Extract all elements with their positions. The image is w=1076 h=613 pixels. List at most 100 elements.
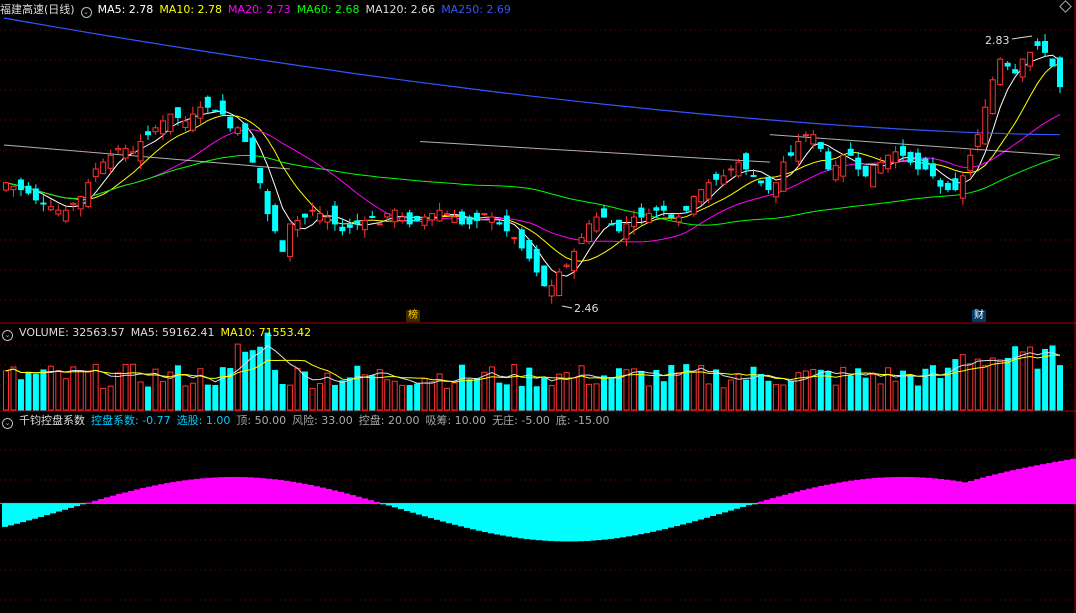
- candle-body: [1042, 41, 1049, 53]
- indicator-bar: [986, 475, 992, 504]
- high-arrow: [1011, 35, 1033, 40]
- volume-bar: [1042, 348, 1049, 411]
- indicator-bar: [686, 503, 692, 523]
- volume-bar: [586, 383, 593, 411]
- volume-bar: [159, 381, 166, 411]
- collapse-icon[interactable]: ⌄: [80, 7, 92, 18]
- indicator-bar: [20, 503, 26, 523]
- volume-bar: [399, 384, 406, 411]
- volume-bar: [122, 363, 129, 411]
- ma10-line: [5, 63, 1061, 262]
- indicator-bar: [68, 503, 74, 508]
- candle-body: [556, 271, 563, 297]
- indicator-bar: [446, 503, 452, 524]
- volume-bar: [354, 365, 361, 411]
- candle-body: [705, 182, 712, 200]
- indicator-bar: [1004, 471, 1010, 504]
- indicator-bar: [524, 503, 530, 540]
- indicator-header: ⌄ 千钧控盘系数 控盘系数: -0.77 选股: 1.00 顶: 50.00 风险: 33…: [0, 413, 622, 429]
- volume-bar: [900, 370, 907, 411]
- candle-body: [324, 216, 331, 223]
- indicator-bar: [740, 503, 746, 507]
- volume-bar: [219, 367, 226, 411]
- candle-body: [212, 109, 219, 112]
- indicator-bar: [254, 477, 260, 504]
- volume-bar: [324, 372, 331, 411]
- volume-bar: [638, 370, 645, 411]
- indicator-bar: [410, 503, 416, 513]
- indicator-bar: [752, 503, 758, 505]
- candle-body: [473, 212, 480, 221]
- stock-chart-canvas[interactable]: 2.83 2.46: [0, 0, 1076, 613]
- volume-bar: [548, 385, 555, 411]
- candle-body: [354, 220, 361, 225]
- indicator-bar: [818, 486, 824, 504]
- price-header-item-3: MA60: 2.68: [296, 3, 360, 16]
- volume-bar: [10, 366, 17, 411]
- indicator-bar: [464, 503, 470, 528]
- candle-body: [100, 161, 107, 175]
- indicator-bar: [1040, 464, 1046, 504]
- candle-body: [167, 113, 174, 133]
- candle-body: [62, 209, 69, 222]
- ma120-line: [419, 141, 771, 163]
- volume-bar: [130, 363, 137, 411]
- indicator-bar: [44, 503, 50, 516]
- candle-body: [825, 151, 832, 170]
- candle-body: [399, 216, 406, 221]
- volume-bar: [862, 377, 869, 411]
- candle-body: [481, 213, 488, 216]
- candle-body: [70, 202, 77, 206]
- collapse-icon[interactable]: ⌄: [2, 418, 13, 429]
- volume-bar: [989, 357, 996, 411]
- candle-body: [279, 240, 286, 252]
- indicator-bar: [404, 503, 410, 511]
- low-price-label: 2.46: [574, 302, 599, 315]
- indicator-bar: [356, 496, 362, 504]
- volume-bar: [174, 365, 181, 411]
- candle-body: [526, 240, 533, 259]
- indicator-bar: [248, 477, 254, 504]
- volume-bar: [414, 383, 421, 411]
- indicator-histogram: [0, 458, 1076, 542]
- high-price-label: 2.83: [985, 34, 1010, 47]
- indicator-bar: [962, 482, 968, 504]
- volume-bar: [518, 385, 525, 411]
- badge-finance[interactable]: 财: [972, 310, 986, 322]
- candle-body: [870, 165, 877, 188]
- candle-body: [376, 223, 383, 226]
- indicator-bar: [560, 503, 566, 542]
- candle-body: [855, 157, 862, 170]
- indicator-bar: [488, 503, 494, 534]
- volume-bar: [406, 385, 413, 411]
- badge-rank[interactable]: 榜: [406, 310, 420, 322]
- volume-bar: [533, 386, 540, 411]
- volume-bar: [743, 379, 750, 411]
- candle-body: [765, 176, 772, 191]
- volume-bar: [713, 369, 720, 411]
- volume-bar: [825, 370, 832, 411]
- indicator-bar: [290, 481, 296, 504]
- candle-body: [436, 209, 443, 222]
- candle-body: [638, 207, 645, 218]
- indicator-bar: [602, 503, 608, 540]
- price-header: 福建高速(日线) ⌄ MA5: 2.78 MA10: 2.78 MA20: 2.73 MA…: [0, 2, 523, 18]
- indicator-bar: [458, 503, 464, 527]
- volume-bar: [189, 382, 196, 411]
- collapse-icon[interactable]: ⌄: [2, 330, 13, 341]
- indicator-bar: [650, 503, 656, 532]
- volume-header-item-0: VOLUME: 32563.57: [19, 326, 125, 339]
- candle-body: [787, 152, 794, 156]
- candle-body: [339, 226, 346, 232]
- candle-body: [145, 131, 152, 136]
- indicator-bar: [14, 503, 20, 524]
- indicator-bar: [1034, 465, 1040, 504]
- candle-body: [10, 185, 17, 191]
- volume-bar: [615, 368, 622, 411]
- candle-body: [601, 208, 608, 218]
- candle-body: [533, 248, 540, 273]
- indicator-bar: [320, 487, 326, 504]
- indicator-bar: [164, 483, 170, 504]
- candle-body: [593, 216, 600, 232]
- indicator-bar: [512, 503, 518, 538]
